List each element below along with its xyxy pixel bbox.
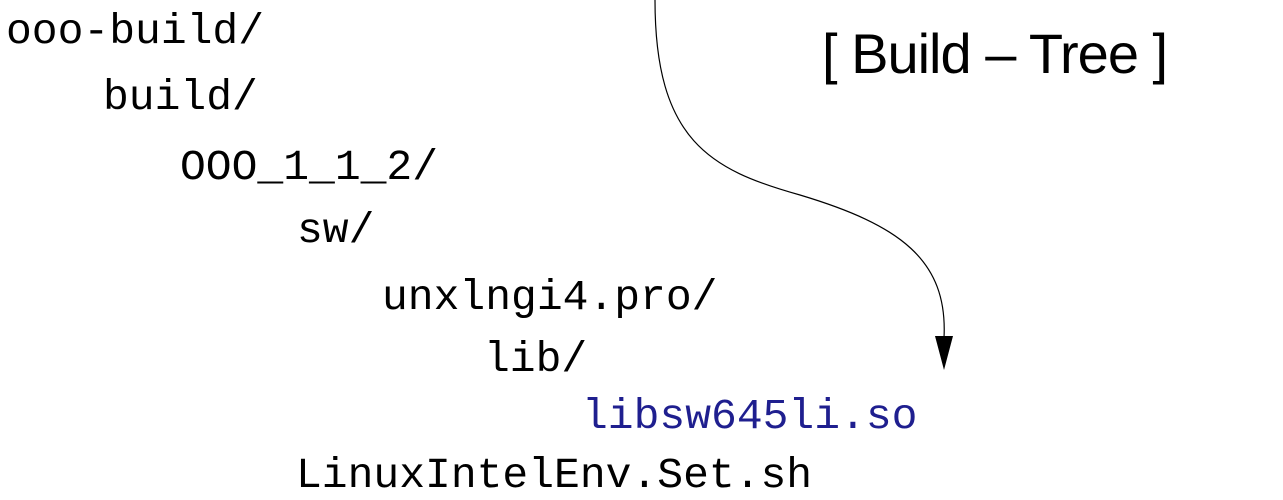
arrow-curve	[654, 0, 945, 339]
pointer-arrow	[654, 0, 953, 370]
arrow-head-icon	[935, 336, 953, 370]
